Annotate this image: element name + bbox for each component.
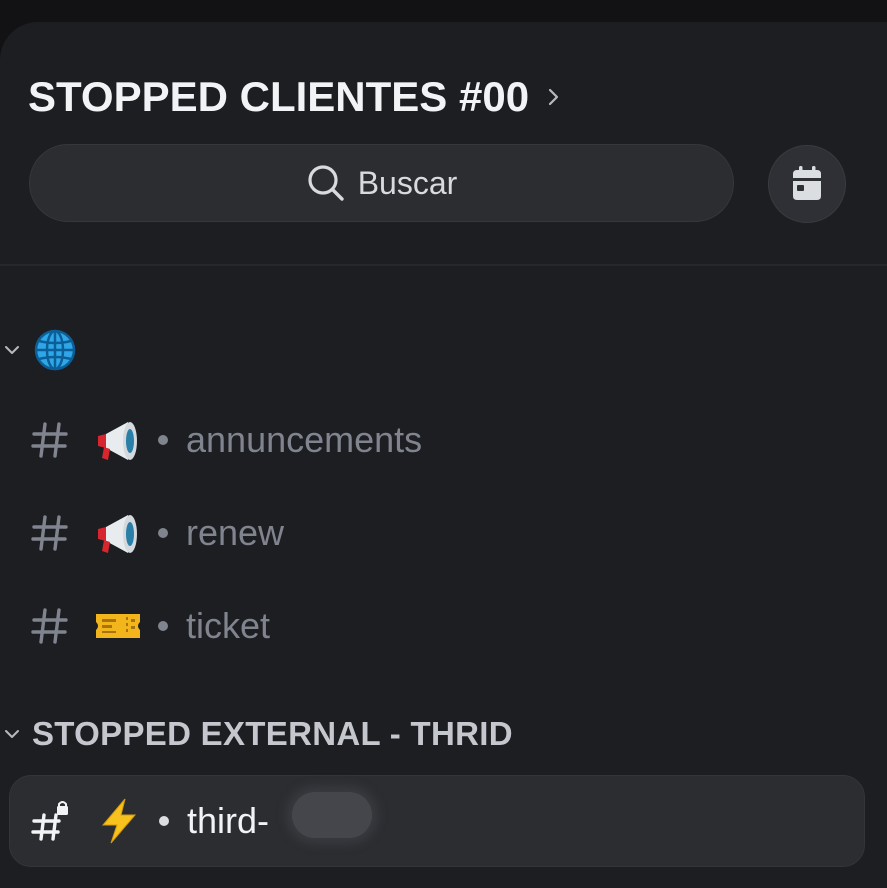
lightning-icon	[101, 798, 137, 844]
megaphone-icon	[98, 515, 137, 553]
category-stopped-external[interactable]: STOPPED EXTERNAL - THRID	[0, 712, 513, 756]
chevron-down-icon	[0, 338, 24, 362]
channel-name: ticket	[186, 605, 271, 646]
channel-name: annuncements	[186, 419, 423, 460]
category-label: STOPPED EXTERNAL - THRID	[32, 715, 513, 752]
chevron-right-icon	[548, 88, 559, 106]
header-divider	[0, 264, 887, 266]
hashtag-icon	[31, 422, 68, 458]
channel-annuncements[interactable]: annuncements	[0, 400, 887, 480]
channel-renew[interactable]: renew	[0, 493, 887, 573]
redacted-blur	[292, 792, 372, 838]
search-icon	[308, 165, 344, 201]
chevron-down-icon	[0, 722, 24, 746]
hashtag-icon	[31, 515, 68, 551]
channel-separator-dot	[158, 621, 168, 631]
channel-name: third-	[187, 800, 270, 841]
globe-icon	[34, 329, 76, 371]
ticket-icon	[96, 614, 140, 638]
locked-hashtag-icon	[31, 801, 68, 841]
search-button[interactable]: Buscar	[29, 144, 734, 222]
server-name: STOPPED CLIENTES #00	[28, 73, 530, 120]
search-label: Buscar	[357, 164, 458, 201]
server-header[interactable]: STOPPED CLIENTES #00	[28, 72, 561, 122]
calendar-icon	[793, 166, 821, 200]
channel-separator-dot	[159, 816, 169, 826]
channel-separator-dot	[158, 528, 168, 538]
channel-name: renew	[186, 512, 285, 553]
channel-sidebar: STOPPED CLIENTES #00 Buscar annuncements…	[0, 22, 887, 888]
events-button[interactable]	[768, 145, 846, 223]
hashtag-icon	[31, 608, 68, 644]
channel-ticket[interactable]: ticket	[0, 586, 887, 666]
window-top-strip	[0, 0, 887, 22]
megaphone-icon	[98, 422, 137, 460]
category-globe[interactable]	[0, 328, 76, 372]
channel-separator-dot	[158, 435, 168, 445]
channel-third[interactable]: third-	[9, 775, 865, 867]
